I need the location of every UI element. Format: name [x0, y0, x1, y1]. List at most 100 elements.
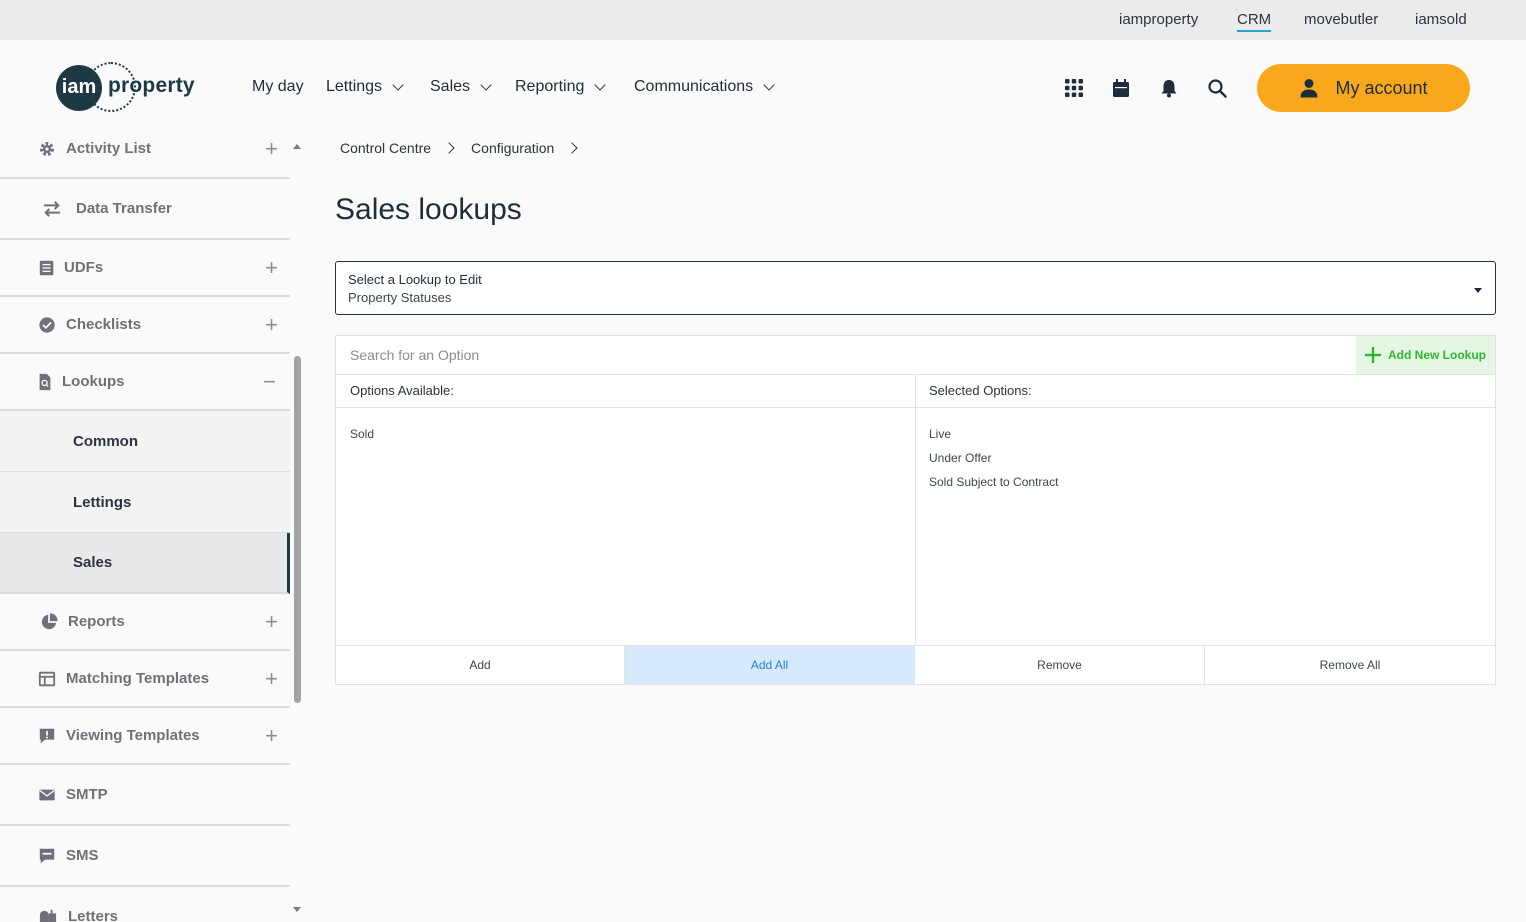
column-divider	[915, 375, 916, 645]
gear-icon	[40, 141, 54, 156]
sidebar-item-checklists[interactable]: Checklists +	[0, 297, 290, 354]
expand-plus-icon[interactable]: +	[265, 136, 278, 162]
logo-badge: iam	[56, 65, 102, 111]
caret-down-icon	[1474, 288, 1482, 293]
my-account-label: My account	[1335, 77, 1428, 98]
envelope-icon	[39, 789, 55, 800]
chevron-down-icon	[480, 78, 492, 91]
nav-label: Sales	[430, 78, 471, 95]
top-link-iamsold[interactable]: iamsold	[1415, 11, 1467, 28]
sidebar-item-smtp[interactable]: SMTP	[0, 765, 290, 826]
sidebar-subitem-label: Sales	[73, 554, 113, 571]
apps-grid-icon[interactable]	[1064, 78, 1084, 98]
sidebar-item-letters[interactable]: Letters	[0, 887, 290, 922]
logo[interactable]: iam property	[56, 62, 206, 113]
top-link-crm[interactable]: CRM	[1237, 11, 1272, 32]
nav-label: My day	[252, 78, 304, 95]
sidebar-item-label: SMS	[66, 847, 99, 864]
search-icon[interactable]	[1207, 78, 1227, 98]
chevron-right-icon	[566, 142, 578, 154]
sidebar-item-lookups[interactable]: Lookups −	[0, 354, 290, 411]
options-panel: Add New Lookup Options Available: Select…	[335, 335, 1496, 685]
breadcrumb: Control Centre Configuration	[340, 140, 594, 156]
sidebar-subitem-common[interactable]: Common	[0, 411, 290, 472]
action-buttons-row: Add Add All Remove Remove All	[336, 645, 1495, 684]
chevron-down-icon	[763, 78, 775, 91]
nav-sales[interactable]: Sales	[430, 78, 492, 96]
sidebar-item-label: SMTP	[66, 786, 108, 803]
logo-word: property	[108, 74, 195, 97]
sidebar-item-matching-templates[interactable]: Matching Templates +	[0, 651, 290, 708]
sidebar-item-udfs[interactable]: UDFs +	[0, 240, 290, 297]
swap-arrows-icon	[43, 200, 61, 217]
selected-option-item[interactable]: Under Offer	[929, 451, 991, 465]
available-option-item[interactable]: Sold	[350, 427, 374, 441]
sidebar-subitem-sales[interactable]: Sales	[0, 533, 290, 594]
list-icon	[39, 260, 54, 275]
sidebar-item-sms[interactable]: SMS	[0, 826, 290, 887]
pie-chart-icon	[41, 612, 58, 629]
remove-all-button[interactable]: Remove All	[1205, 646, 1495, 684]
sidebar-subitem-label: Lettings	[73, 493, 132, 511]
add-button[interactable]: Add	[336, 646, 625, 684]
options-available-header: Options Available:	[336, 375, 915, 408]
lookup-select-label: Select a Lookup to Edit	[348, 272, 482, 287]
sidebar-item-label: Reports	[68, 613, 125, 630]
scroll-up-arrow-icon[interactable]	[292, 142, 302, 150]
expand-plus-icon[interactable]: +	[265, 312, 278, 338]
breadcrumb-configuration[interactable]: Configuration	[471, 140, 554, 156]
sidebar-item-label: Lookups	[62, 373, 125, 390]
add-all-button[interactable]: Add All	[625, 646, 915, 684]
document-search-icon	[39, 373, 51, 390]
chevron-down-icon	[392, 78, 404, 91]
sidebar-subitem-lettings[interactable]: Lettings	[0, 472, 290, 533]
top-strip: iamproperty CRM movebutler iamsold	[0, 0, 1526, 40]
top-link-iamproperty[interactable]: iamproperty	[1119, 11, 1198, 28]
expand-plus-icon[interactable]: +	[265, 255, 278, 281]
nav-lettings[interactable]: Lettings	[326, 78, 404, 96]
sidebar-item-label: Viewing Templates	[66, 727, 200, 744]
sidebar-scroll-thumb[interactable]	[294, 356, 301, 703]
sms-icon	[39, 848, 55, 863]
user-icon	[1300, 79, 1318, 98]
scroll-down-arrow-icon[interactable]	[292, 906, 302, 914]
lookup-select[interactable]: Select a Lookup to Edit Property Statuse…	[335, 261, 1496, 315]
selected-option-item[interactable]: Sold Subject to Contract	[929, 475, 1058, 489]
sidebar-item-label: Matching Templates	[66, 670, 210, 687]
sidebar-item-viewing-templates[interactable]: Viewing Templates +	[0, 708, 290, 765]
lookup-select-value: Property Statuses	[348, 290, 452, 305]
sidebar-item-reports[interactable]: Reports +	[0, 594, 290, 651]
search-option-input[interactable]	[336, 336, 1356, 375]
add-new-lookup-button[interactable]: Add New Lookup	[1356, 336, 1495, 375]
check-circle-icon	[39, 316, 55, 333]
expand-plus-icon[interactable]: +	[265, 609, 278, 635]
sidebar-item-label: Letters	[68, 908, 119, 922]
sidebar-item-label: Checklists	[66, 316, 142, 333]
sidebar-item-data-transfer[interactable]: Data Transfer	[0, 179, 290, 240]
chevron-right-icon	[443, 142, 455, 154]
nav-label: Communications	[634, 78, 754, 95]
sidebar-item-label: UDFs	[64, 259, 104, 276]
nav-my-day[interactable]: My day	[252, 78, 304, 96]
chevron-down-icon	[594, 78, 607, 91]
top-link-movebutler[interactable]: movebutler	[1304, 11, 1378, 28]
sidebar-item-activity-list[interactable]: Activity List +	[0, 120, 290, 179]
expand-plus-icon[interactable]: +	[265, 723, 278, 749]
nav-reporting[interactable]: Reporting	[515, 78, 607, 96]
add-new-lookup-label: Add New Lookup	[1388, 348, 1486, 362]
nav-communications[interactable]: Communications	[634, 78, 775, 96]
my-account-button[interactable]: My account	[1257, 64, 1470, 112]
remove-button[interactable]: Remove	[915, 646, 1205, 684]
sidebar: Activity List + Data Transfer UDFs + Che…	[0, 120, 290, 922]
bell-icon[interactable]	[1159, 78, 1179, 98]
selected-option-item[interactable]: Live	[929, 427, 951, 441]
selected-options-header: Selected Options:	[916, 375, 1495, 408]
alert-message-icon	[39, 728, 55, 743]
expand-plus-icon[interactable]: +	[265, 666, 278, 692]
template-icon	[38, 671, 56, 686]
sidebar-item-label: Activity List	[66, 140, 152, 157]
collapse-minus-icon[interactable]: −	[263, 369, 276, 395]
breadcrumb-control-centre[interactable]: Control Centre	[340, 140, 431, 156]
plus-icon	[1365, 347, 1381, 363]
calendar-icon[interactable]	[1111, 78, 1131, 98]
